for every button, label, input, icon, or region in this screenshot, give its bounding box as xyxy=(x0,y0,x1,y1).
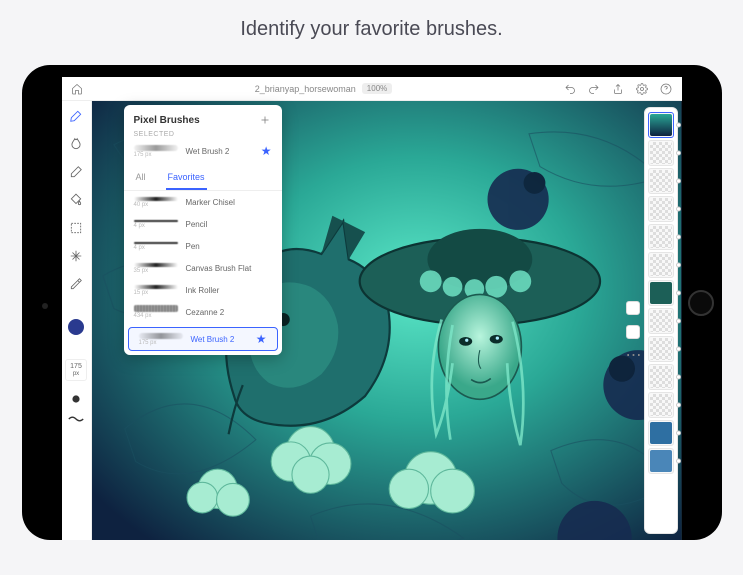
brush-row[interactable]: 40 px Marker Chisel xyxy=(124,191,282,213)
topbar: 2_brianyap_horsewoman 100% xyxy=(62,77,682,101)
layer-thumb[interactable] xyxy=(648,252,674,278)
left-toolbar: 175px xyxy=(62,101,92,540)
tab-all[interactable]: All xyxy=(134,166,148,190)
eyedropper-tool-icon[interactable] xyxy=(67,275,85,293)
brush-row[interactable]: 4 px Pen xyxy=(124,235,282,257)
brush-panel-title: Pixel Brushes xyxy=(134,115,200,126)
layer-thumb[interactable] xyxy=(648,392,674,418)
favorite-star-icon[interactable]: ★ xyxy=(261,144,272,158)
layer-thumb[interactable] xyxy=(648,168,674,194)
brush-row[interactable]: 15 px Ink Roller xyxy=(124,279,282,301)
brush-size-value: 175 xyxy=(70,363,82,370)
view-mode-icon[interactable] xyxy=(626,325,640,339)
layer-thumb[interactable] xyxy=(648,196,674,222)
stroke-shape-round[interactable] xyxy=(67,391,85,401)
ipad-home-button xyxy=(688,290,714,316)
zoom-badge[interactable]: 100% xyxy=(362,83,392,94)
layer-thumb[interactable] xyxy=(648,364,674,390)
layer-thumb[interactable] xyxy=(648,448,674,474)
brush-row[interactable]: 4 px Pencil xyxy=(124,213,282,235)
selected-brush-name: Wet Brush 2 xyxy=(186,147,253,156)
brush-size-chip[interactable]: 175px xyxy=(65,359,87,381)
add-brush-icon[interactable] xyxy=(258,113,272,127)
layer-thumb[interactable] xyxy=(648,336,674,362)
layer-thumb[interactable] xyxy=(648,308,674,334)
home-icon[interactable] xyxy=(70,82,84,96)
brush-popover: Pixel Brushes SELECTED 175 px Wet Brush … xyxy=(124,105,282,355)
brush-tool-icon[interactable] xyxy=(67,107,85,125)
selected-section-label: SELECTED xyxy=(124,131,282,138)
layer-thumb[interactable] xyxy=(648,420,674,446)
brush-row[interactable]: 434 px Cezanne 2 xyxy=(124,301,282,323)
workspace: 175px xyxy=(62,101,682,540)
undo-icon[interactable] xyxy=(563,82,577,96)
settings-icon[interactable] xyxy=(635,82,649,96)
selection-tool-icon[interactable] xyxy=(67,219,85,237)
fill-tool-icon[interactable] xyxy=(67,191,85,209)
tab-favorites[interactable]: Favorites xyxy=(166,166,207,190)
layer-thumb[interactable] xyxy=(648,280,674,306)
app-screen: 2_brianyap_horsewoman 100% xyxy=(62,77,682,540)
share-icon[interactable] xyxy=(611,82,625,96)
layer-thumb[interactable] xyxy=(648,140,674,166)
layers-panel xyxy=(644,107,678,534)
eraser-tool-icon[interactable] xyxy=(67,163,85,181)
layer-thumb[interactable] xyxy=(648,224,674,250)
brush-list: 40 px Marker Chisel 4 px Pencil 4 px Pen xyxy=(124,191,282,355)
canvas[interactable]: Pixel Brushes SELECTED 175 px Wet Brush … xyxy=(92,101,682,540)
brush-thumb: 175 px xyxy=(134,144,178,158)
help-icon[interactable] xyxy=(659,82,673,96)
more-icon[interactable]: ⋯ xyxy=(626,349,640,363)
marketing-headline: Identify your favorite brushes. xyxy=(0,18,743,41)
smudge-tool-icon[interactable] xyxy=(67,135,85,153)
favorite-star-icon[interactable]: ★ xyxy=(256,332,267,346)
fullscreen-icon[interactable] xyxy=(626,301,640,315)
brush-tabs: All Favorites xyxy=(124,166,282,191)
redo-icon[interactable] xyxy=(587,82,601,96)
brush-row-selected[interactable]: 175 px Wet Brush 2 ★ xyxy=(128,327,278,351)
brush-row[interactable]: 35 px Canvas Brush Flat xyxy=(124,257,282,279)
ipad-frame: 2_brianyap_horsewoman 100% xyxy=(22,65,722,540)
ipad-camera xyxy=(42,303,48,309)
selected-brush-row[interactable]: 175 px Wet Brush 2 ★ xyxy=(124,138,282,164)
color-swatch[interactable] xyxy=(68,319,84,335)
transform-tool-icon[interactable] xyxy=(67,247,85,265)
document-filename: 2_brianyap_horsewoman xyxy=(255,84,356,94)
layer-thumb[interactable] xyxy=(648,112,674,138)
canvas-side-controls: ⋯ xyxy=(626,301,640,363)
stroke-shape-wave[interactable] xyxy=(67,411,85,421)
brush-size-unit: px xyxy=(73,371,79,377)
